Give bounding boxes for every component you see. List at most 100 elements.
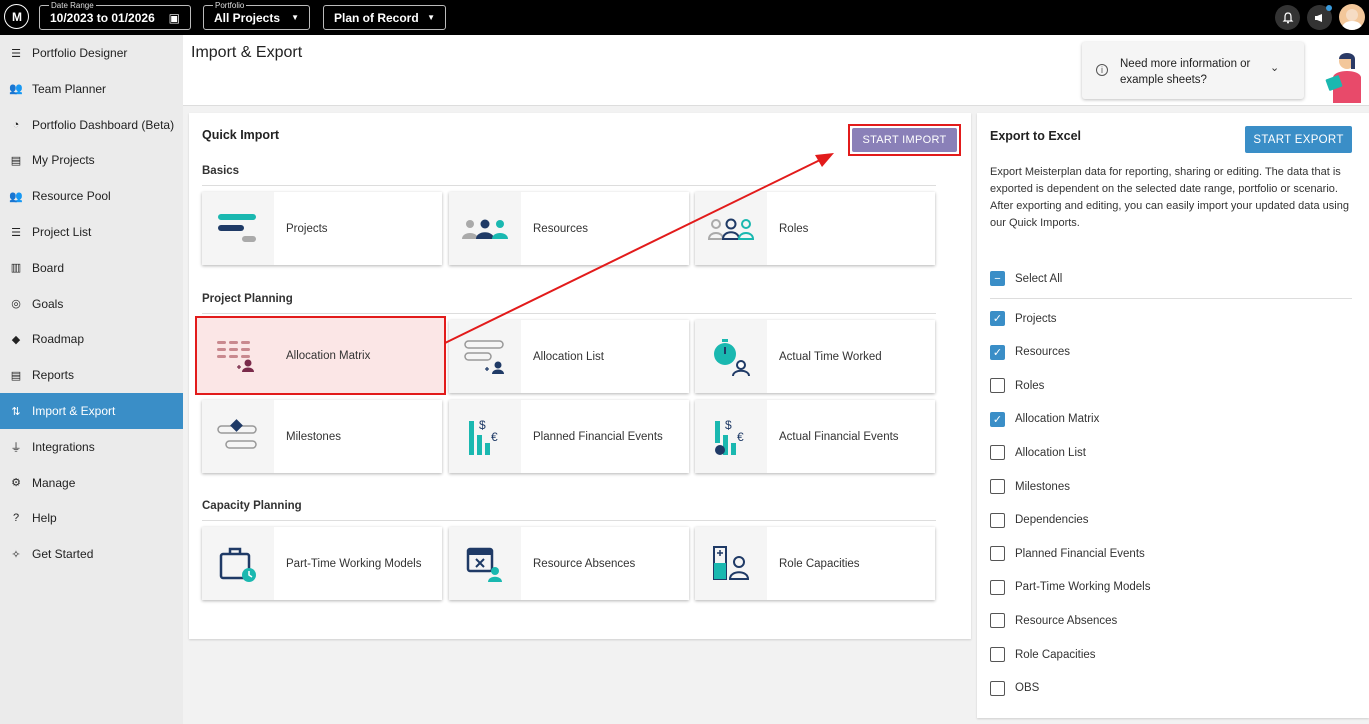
chevron-down-icon[interactable]: ⌄ — [1270, 61, 1279, 74]
export-option-dependencies[interactable]: Dependencies — [990, 512, 1089, 528]
gear-icon: ⚙ — [11, 477, 21, 490]
sidebar-item-my-projects[interactable]: ▤ My Projects — [0, 142, 183, 178]
checkbox-unchecked-icon — [990, 378, 1005, 394]
notification-dot — [1326, 5, 1332, 11]
quick-import-title: Quick Import — [202, 128, 280, 142]
tile-allocation-matrix[interactable]: Allocation Matrix — [195, 316, 446, 395]
sidebar-item-label: Reports — [32, 368, 75, 383]
sidebar-item-label: My Projects — [32, 153, 95, 168]
help-text: Need more information or example sheets? — [1120, 58, 1251, 86]
export-option-obs[interactable]: OBS — [990, 680, 1040, 696]
goals-icon: ◎ — [11, 298, 21, 311]
meisterplan-logo[interactable]: M — [4, 4, 29, 29]
sidebar-item-import-export[interactable]: ⇅ Import & Export — [0, 393, 183, 429]
export-option-label: Resource Absences — [1015, 614, 1118, 627]
chevron-down-icon: ▼ — [427, 13, 435, 22]
dashboard-icon: ◔ — [12, 118, 20, 131]
export-option-label: OBS — [1015, 682, 1040, 695]
help-panel[interactable]: i Need more information or example sheet… — [1082, 42, 1304, 99]
tile-label: Allocation List — [533, 350, 604, 363]
sidebar-item-manage[interactable]: ⚙ Manage — [0, 465, 183, 501]
tile-label: Resource Absences — [533, 557, 636, 570]
scenario-select[interactable]: Plan of Record ▼ — [323, 5, 446, 30]
info-icon: i — [1096, 64, 1108, 76]
export-option-resource-absences[interactable]: Resource Absences — [990, 613, 1118, 629]
sidebar-item-integrations[interactable]: ⏚ Integrations — [0, 429, 183, 465]
megaphone-icon[interactable] — [1307, 5, 1332, 30]
tile-planned-financial-events[interactable]: $ € Planned Financial Events — [449, 400, 689, 473]
export-option-resources[interactable]: ✓ Resources — [990, 344, 1070, 360]
select-all-checkbox[interactable]: − Select All — [990, 271, 1062, 286]
export-option-role-capacities[interactable]: Role Capacities — [990, 647, 1096, 662]
export-option-allocation-list[interactable]: Allocation List — [990, 445, 1086, 461]
tile-part-time-working-models[interactable]: Part-Time Working Models — [202, 527, 442, 600]
export-option-roles[interactable]: Roles — [990, 378, 1045, 394]
divider — [202, 520, 936, 521]
user-avatar[interactable] — [1339, 4, 1365, 30]
compass-icon: ✧ — [11, 548, 21, 561]
sidebar-item-reports[interactable]: ▤ Reports — [0, 357, 183, 393]
divider — [202, 313, 936, 314]
tile-role-capacities[interactable]: Role Capacities — [695, 527, 935, 600]
milestones-icon — [202, 400, 274, 473]
export-option-label: Roles — [1015, 379, 1045, 392]
portfolio-select[interactable]: Portfolio All Projects ▼ — [203, 1, 310, 30]
svg-text:€: € — [737, 430, 744, 444]
indeterminate-checkbox-icon: − — [990, 271, 1005, 286]
export-option-part-time-working-models[interactable]: Part-Time Working Models — [990, 579, 1151, 595]
date-range-field[interactable]: Date Range 10/2023 to 01/2026 ▣ — [39, 1, 191, 30]
sidebar-item-goals[interactable]: ◎ Goals — [0, 286, 183, 322]
sidebar-item-help[interactable]: ? Help — [0, 500, 183, 536]
tile-label: Resources — [533, 222, 588, 235]
quick-import-panel: Quick Import START IMPORT Basics Project… — [189, 113, 971, 639]
resource-pool-icon: 👥 — [9, 190, 23, 203]
export-option-planned-financial-events[interactable]: Planned Financial Events — [990, 546, 1145, 562]
sidebar-item-roadmap[interactable]: ◆ Roadmap — [0, 321, 183, 357]
checkbox-unchecked-icon — [990, 613, 1005, 629]
export-option-milestones[interactable]: Milestones — [990, 479, 1070, 494]
bell-icon[interactable] — [1275, 5, 1300, 30]
sidebar-item-resource-pool[interactable]: 👥 Resource Pool — [0, 178, 183, 214]
briefcase-clock-icon — [202, 527, 274, 600]
tile-resource-absences[interactable]: Resource Absences — [449, 527, 689, 600]
tile-resources[interactable]: Resources — [449, 192, 689, 265]
svg-text:€: € — [491, 430, 498, 444]
start-import-button[interactable]: START IMPORT — [852, 128, 957, 152]
export-option-projects[interactable]: ✓ Projects — [990, 311, 1057, 326]
sidebar-item-portfolio-dashboard-beta[interactable]: ◔ Portfolio Dashboard (Beta) — [0, 107, 183, 143]
import-export-icon: ⇅ — [11, 405, 21, 418]
export-description: Export Meisterplan data for reporting, s… — [990, 164, 1350, 232]
checkbox-unchecked-icon — [990, 579, 1005, 595]
stopwatch-icon — [695, 320, 767, 393]
tile-actual-financial-events[interactable]: $ € Actual Financial Events — [695, 400, 935, 473]
tile-roles[interactable]: Roles — [695, 192, 935, 265]
sidebar-item-board[interactable]: ▥ Board — [0, 250, 183, 286]
sidebar-item-label: Portfolio Dashboard (Beta) — [32, 117, 175, 132]
sidebar-item-get-started[interactable]: ✧ Get Started — [0, 536, 183, 572]
checkbox-unchecked-icon — [990, 512, 1005, 528]
export-option-label: Milestones — [1015, 480, 1070, 493]
export-option-label: Dependencies — [1015, 514, 1089, 527]
tile-milestones[interactable]: Milestones — [202, 400, 442, 473]
export-option-label: Part-Time Working Models — [1015, 581, 1151, 594]
tile-actual-time-worked[interactable]: Actual Time Worked — [695, 320, 935, 393]
sidebar-item-project-list[interactable]: ☰ Project List — [0, 214, 183, 250]
export-option-allocation-matrix[interactable]: ✓ Allocation Matrix — [990, 411, 1099, 427]
page-header: Import & Export i Need more information … — [183, 35, 1369, 106]
start-export-button[interactable]: START EXPORT — [1245, 126, 1352, 153]
sidebar-item-team-planner[interactable]: 👥 Team Planner — [0, 71, 183, 107]
checkbox-unchecked-icon — [990, 680, 1005, 696]
tile-projects[interactable]: Projects — [202, 192, 442, 265]
sidebar-item-portfolio-designer[interactable]: ☰ Portfolio Designer — [0, 35, 183, 71]
export-option-label: Role Capacities — [1015, 648, 1096, 661]
section-title-basics: Basics — [202, 165, 240, 177]
start-import-highlight: START IMPORT — [848, 124, 961, 156]
date-range-label: Date Range — [49, 1, 96, 10]
scenario-value: Plan of Record — [334, 10, 419, 25]
export-option-label: Allocation List — [1015, 446, 1086, 459]
sidebar-item-label: Board — [32, 260, 65, 275]
actual-financial-icon: $ € — [695, 400, 767, 473]
portfolio-designer-icon: ☰ — [11, 47, 21, 60]
tile-label: Roles — [779, 222, 809, 235]
tile-allocation-list[interactable]: Allocation List — [449, 320, 689, 393]
